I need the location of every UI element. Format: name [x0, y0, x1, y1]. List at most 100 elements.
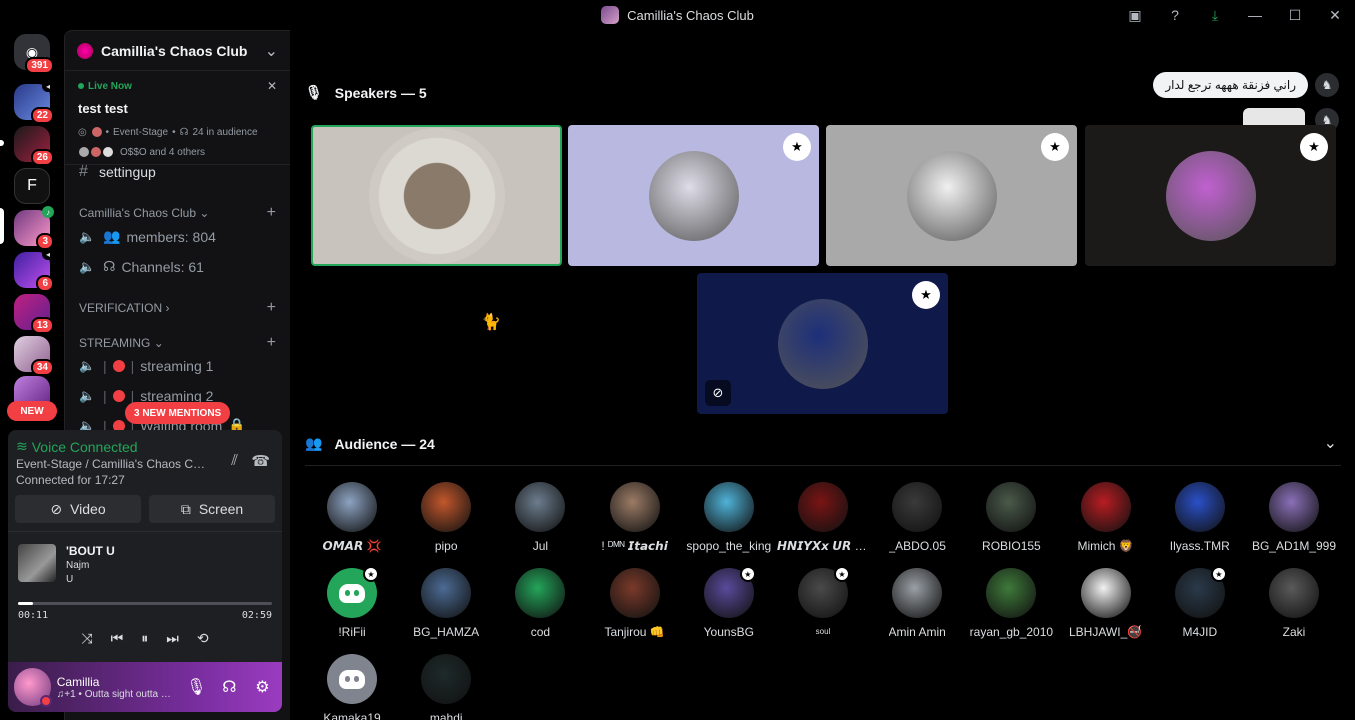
speaker-tile[interactable] — [311, 125, 562, 266]
track-duration: 02:59 — [241, 610, 272, 621]
audience-member[interactable]: LBHJAWI_🚭 — [1059, 568, 1153, 639]
category-streaming[interactable]: STREAMING ⌄ + — [79, 334, 276, 352]
avatar — [798, 482, 848, 532]
maximize-button[interactable]: ☐ — [1275, 0, 1315, 30]
channel-label: settingup — [99, 164, 156, 180]
audience-member[interactable]: Kamaka19 — [305, 654, 399, 720]
audience-member[interactable]: BG_HAMZA — [399, 568, 493, 639]
disconnect-icon[interactable]: ☎ — [251, 452, 270, 470]
avatar: ★ — [798, 566, 850, 618]
channel-members[interactable]: 🔈 👥 members: 804 — [79, 228, 280, 245]
close-window-button[interactable]: ✕ — [1315, 0, 1355, 30]
headphones-icon[interactable]: ☊ — [216, 677, 243, 697]
noise-suppression-icon[interactable]: ⫽ — [231, 452, 238, 469]
live-event-card[interactable]: Live Now ✕ test test ◎ • Event-Stage • ☊… — [65, 71, 290, 165]
audience-member[interactable]: 𝙃𝙉𝙄𝙔𝙓𝙭 𝙐𝙍 💢 — [776, 482, 870, 553]
home-badge: 391 — [25, 57, 54, 74]
audience-member[interactable]: pipo — [399, 482, 493, 553]
server-7[interactable]: 34 — [14, 336, 54, 376]
avatar — [515, 482, 566, 532]
stage-icon: ◎ — [78, 126, 87, 138]
server-4[interactable]: ♪ 3 — [14, 206, 54, 250]
settings-gear-icon[interactable]: ⚙ — [249, 677, 276, 697]
shuffle-icon[interactable]: ⤨ — [81, 630, 92, 647]
audience-member[interactable]: ★ soul — [776, 566, 870, 636]
add-channel-icon[interactable]: + — [267, 334, 276, 352]
speaker-tile[interactable]: ★ — [826, 125, 1077, 266]
user-avatar[interactable] — [14, 668, 52, 707]
avatar — [327, 654, 377, 704]
track-progress[interactable] — [18, 602, 272, 605]
audience-member[interactable]: cod — [493, 568, 587, 639]
repeat-icon[interactable]: ⟲ — [197, 630, 209, 647]
server-3[interactable]: F — [14, 168, 50, 204]
server-5[interactable]: ◂ 6 — [14, 248, 54, 292]
channel-settingup[interactable]: # settingup — [79, 163, 280, 181]
audience-name: Jul — [532, 539, 549, 553]
add-channel-icon[interactable]: + — [267, 299, 276, 317]
audience-member[interactable]: Jul — [493, 482, 587, 553]
audience-member[interactable]: 𝙊𝙈𝘼𝙍 💢 — [305, 482, 399, 553]
microphone-icon[interactable]: 🎙 — [183, 677, 210, 697]
audience-member[interactable]: rayan_gb_2010 — [964, 568, 1058, 639]
channel-count[interactable]: 🔈 ☊ Channels: 61 — [79, 258, 280, 275]
pause-icon[interactable]: ⏸ — [141, 630, 148, 647]
speaker-locked-icon: 🔈 — [79, 228, 96, 244]
next-icon[interactable]: ⏭ — [166, 630, 179, 647]
server-badge: 13 — [30, 317, 54, 334]
previous-icon[interactable]: ⏮ — [111, 630, 124, 647]
audience-member[interactable]: mahdi — [399, 654, 493, 720]
track-artist: Najm — [66, 560, 90, 571]
server-badge: 26 — [30, 149, 54, 166]
audience-name: spopo_the_king — [686, 539, 772, 553]
voice-panel: ≋ Voice Connected Event-Stage / Camillia… — [8, 430, 282, 712]
audience-member[interactable]: Zaki — [1247, 568, 1341, 639]
audience-member[interactable]: Amin Amin — [870, 568, 964, 639]
screen-share-icon: ⧉ — [180, 500, 191, 517]
inbox-icon[interactable]: ▣ — [1115, 0, 1155, 30]
audience-member[interactable]: BG_AD1M_999 — [1247, 482, 1341, 553]
server-6[interactable]: 13 — [14, 294, 54, 334]
audience-heading[interactable]: 👥 Audience — 24 — [305, 435, 435, 452]
audience-member[interactable]: spopo_the_king — [682, 482, 776, 553]
new-mentions-badge[interactable]: 3 NEW MENTIONS — [125, 402, 231, 424]
new-badge[interactable]: NEW — [7, 401, 57, 421]
audience-member[interactable]: ★ !RiFii — [305, 566, 399, 639]
audience-member[interactable]: Mimich 🦁 — [1059, 482, 1153, 553]
signal-icon: ≋ — [16, 438, 28, 454]
speaker-tile[interactable]: ★ — [1085, 125, 1336, 266]
moderator-shield-icon: ★ — [912, 281, 940, 309]
user-activity: ♫+1 • Outta sight outta mind — [56, 688, 177, 700]
user-name[interactable]: Camillia — [57, 675, 177, 689]
audience-member[interactable]: Ilyass.TMR — [1153, 482, 1247, 553]
video-button[interactable]: ⊘ Video — [15, 495, 141, 523]
chevron-down-icon[interactable]: ⌄ — [1324, 433, 1337, 453]
add-channel-icon[interactable]: + — [267, 204, 276, 222]
unread-pill — [0, 140, 4, 146]
audience-member[interactable]: ROBIO155 — [964, 482, 1058, 553]
audience-member[interactable]: Tanjirou 👊 — [588, 568, 682, 639]
download-icon[interactable]: ⤓ — [1195, 0, 1235, 30]
audience-member[interactable]: _ABDO.05 — [870, 482, 964, 553]
audience-member[interactable]: ! ᴰᴹᴺ 𝙄𝙩𝙖𝙘𝙝𝙞 — [588, 482, 682, 553]
server-2[interactable]: 26 — [14, 126, 54, 166]
speaker-tile[interactable]: ★ — [568, 125, 819, 266]
speaker-tile[interactable]: ★ ⊘ — [697, 273, 948, 414]
help-icon[interactable]: ? — [1155, 0, 1195, 30]
close-icon[interactable]: ✕ — [267, 79, 277, 93]
minimize-button[interactable]: — — [1235, 0, 1275, 30]
channel-streaming-1[interactable]: 🔈 | | streaming 1 — [79, 358, 280, 374]
avatar — [1269, 482, 1319, 532]
server-1[interactable]: ◂ 22 — [14, 80, 54, 124]
category-club[interactable]: Camillia's Chaos Club ⌄ + — [79, 204, 276, 222]
category-verification[interactable]: VERIFICATION › + — [79, 299, 276, 317]
home-button[interactable]: ◉ 391 — [14, 34, 54, 74]
audience-member[interactable]: ★ M4JID — [1153, 566, 1247, 639]
screen-button[interactable]: ⧉ Screen — [149, 495, 275, 523]
voice-location[interactable]: Event-Stage / Camillia's Chaos Club — [16, 457, 206, 471]
audience-name: Zaki — [1282, 625, 1306, 639]
audience-name: Amin Amin — [888, 625, 946, 639]
speaker-icon: ◂ — [42, 80, 54, 92]
audience-member[interactable]: ★ YounsBG — [682, 566, 776, 639]
guild-header[interactable]: Camillia's Chaos Club ⌄ — [65, 31, 290, 71]
